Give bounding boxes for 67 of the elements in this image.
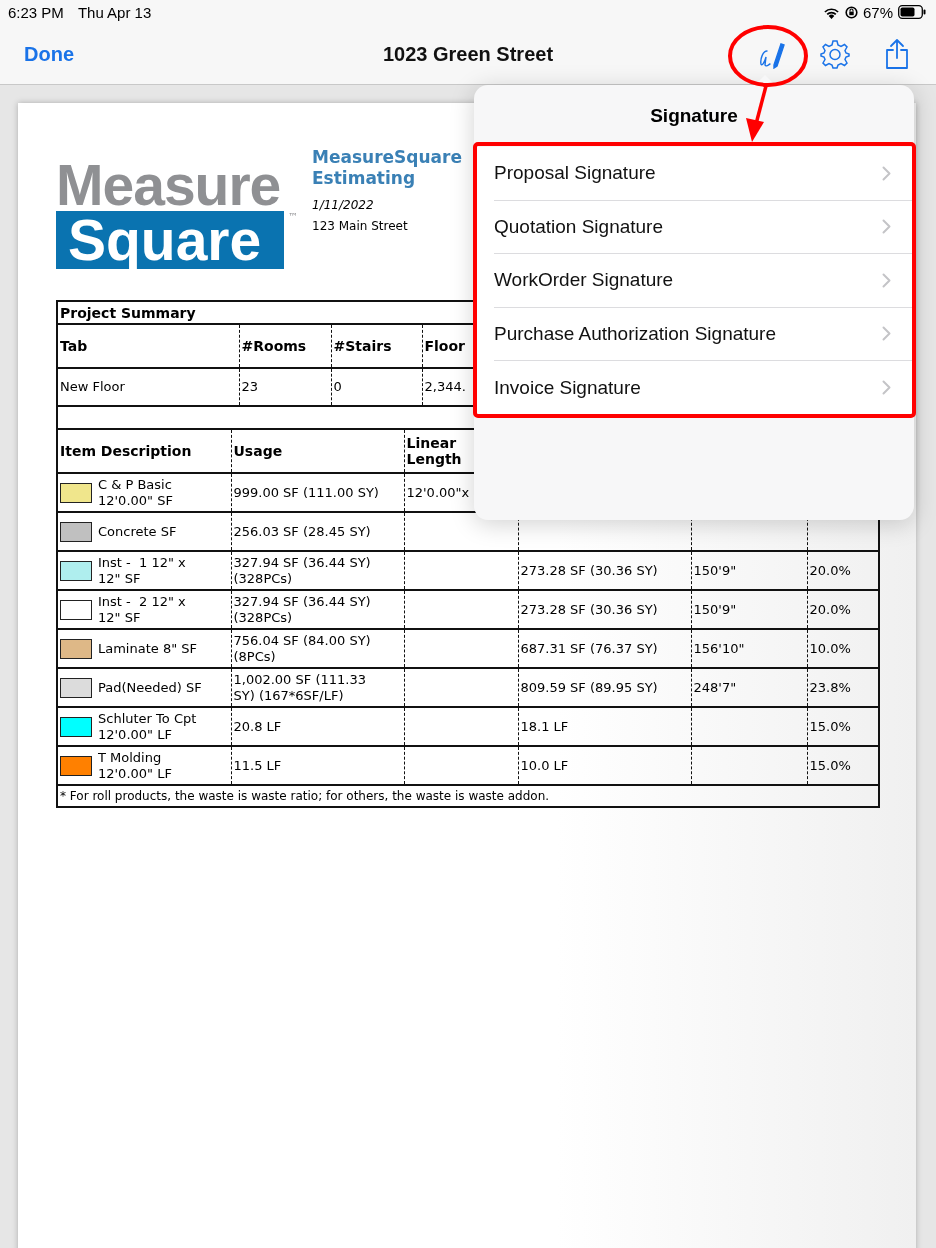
table-cell: 20.0% <box>809 601 851 617</box>
logo: Measure Square ™ <box>56 152 298 274</box>
table-cell: 18.1 LF <box>520 718 569 734</box>
table-cell: 150'9" <box>693 562 737 578</box>
battery-icon <box>898 5 926 19</box>
table-cell: 1,002.00 SF (111.33 SY) (167*6SF/LF) <box>233 671 366 703</box>
chevron-icon <box>882 380 891 396</box>
table-cell: 327.94 SF (36.44 SY) (328PCs) <box>233 593 371 625</box>
table-cell: 15.0% <box>809 757 851 773</box>
chevron-icon <box>882 219 891 235</box>
share-icon[interactable] <box>884 38 910 70</box>
table-cell: New Floor <box>57 368 239 406</box>
table-cell: 150'9" <box>693 601 737 617</box>
table-cell: 273.28 SF (30.36 SY) <box>520 562 658 578</box>
annotation-arrow <box>746 85 768 142</box>
table-cell: 11.5 LF <box>233 757 282 773</box>
table-cell: 248'7" <box>693 679 737 695</box>
company-name: MeasureSquare Estimating <box>312 147 462 189</box>
item-description: C & P Basic 12'0.00" SF <box>98 476 173 509</box>
settings-icon[interactable] <box>820 39 850 69</box>
done-button[interactable]: Done <box>24 42 74 66</box>
signature-menu-item[interactable]: WorkOrder Signature <box>494 254 914 308</box>
table-cell: 23.8% <box>809 679 851 695</box>
signature-menu-item[interactable]: Purchase Authorization Signature <box>494 307 914 361</box>
table-cell: 256.03 SF (28.45 SY) <box>233 523 371 539</box>
item-description: Laminate 8" SF <box>98 640 198 657</box>
table-cell: 687.31 SF (76.37 SY) <box>520 640 658 656</box>
table-cell: 756.04 SF (84.00 SY) (8PCs) <box>233 632 371 664</box>
table-cell: 327.94 SF (36.44 SY) (328PCs) <box>233 554 371 586</box>
item-description: Pad(Needed) SF <box>98 679 202 696</box>
document-title: 1023 Green Street <box>382 42 554 66</box>
table-cell: 809.59 SF (89.95 SY) <box>520 679 658 695</box>
table-cell: 12'0.00"x <box>406 484 470 500</box>
status-time: 6:23 PM <box>8 3 64 21</box>
table-cell: 10.0% <box>809 640 851 656</box>
wifi-icon <box>822 5 840 19</box>
popover-title: Signature <box>650 104 738 127</box>
signature-menu-item[interactable]: Proposal Signature <box>494 147 914 201</box>
column-header: Usage <box>231 430 404 473</box>
column-header: #Rooms <box>239 324 331 368</box>
chevron-icon <box>882 165 891 181</box>
table-cell: 10.0 LF <box>520 757 569 773</box>
chevron-icon <box>882 326 891 342</box>
table-cell: 999.00 SF (111.00 SY) <box>233 484 379 500</box>
table-footnote: * For roll products, the waste is waste ratio; for others, the waste is waste addon. <box>60 789 550 803</box>
table-cell: 20.0% <box>809 562 851 578</box>
company-address: 123 Main Street <box>312 219 409 233</box>
column-header: Item Description <box>57 430 231 473</box>
chevron-icon <box>882 272 891 288</box>
table-cell: 23 <box>239 368 331 406</box>
report-date: 1/11/2022 <box>312 198 375 212</box>
table-cell: 20.8 LF <box>233 718 282 734</box>
column-header: #Stairs <box>331 324 422 368</box>
battery-percent: 67% <box>862 3 893 21</box>
table-cell: 156'10" <box>693 640 745 656</box>
orientation-lock-icon <box>844 5 858 19</box>
column-header: Tab <box>57 324 239 368</box>
signature-menu-item[interactable]: Quotation Signature <box>494 200 914 254</box>
status-date: Thu Apr 13 <box>77 3 152 21</box>
table-cell: 15.0% <box>809 718 851 734</box>
item-description: Concrete SF <box>98 523 177 540</box>
item-description: Inst - 2 12" x 12" SF <box>98 593 186 626</box>
table-cell: 0 <box>331 368 422 406</box>
item-description: T Molding 12'0.00" LF <box>98 749 172 782</box>
item-description: Schluter To Cpt 12'0.00" LF <box>98 710 197 743</box>
item-description: Inst - 1 12" x 12" SF <box>98 554 186 587</box>
table-cell: 273.28 SF (30.36 SY) <box>520 601 658 617</box>
